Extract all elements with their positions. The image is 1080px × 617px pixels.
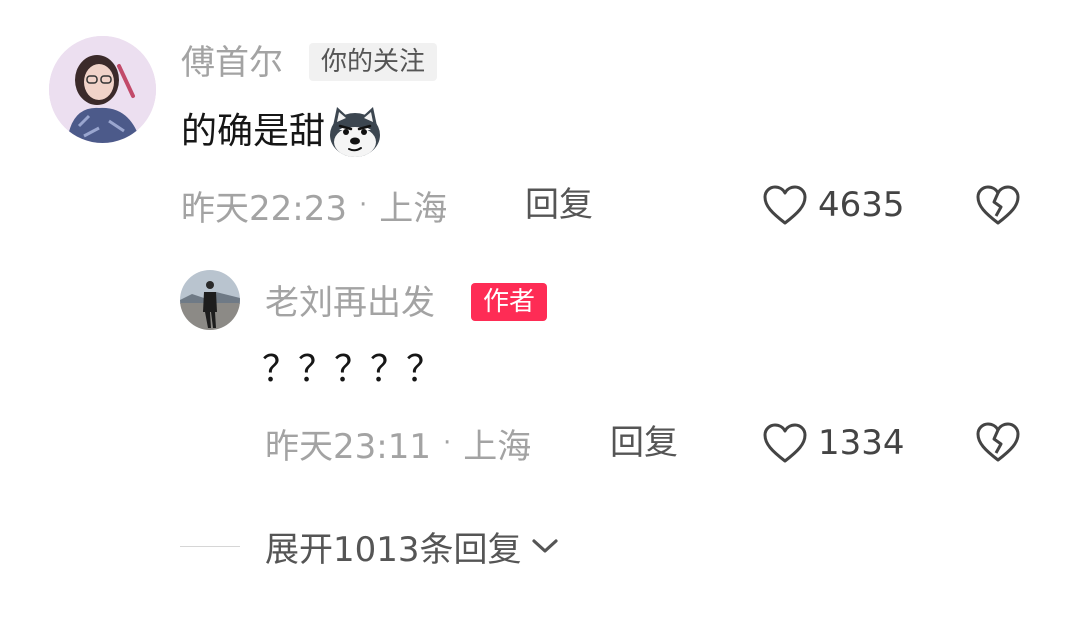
- follow-badge: 你的关注: [309, 43, 438, 81]
- reply-meta: 昨天23:11 · 上海: [265, 420, 532, 467]
- reply-location: 上海: [463, 426, 532, 467]
- reply-reply-button[interactable]: 回复: [610, 420, 678, 466]
- broken-heart-icon[interactable]: [975, 184, 1021, 226]
- husky-dog-emoji-icon: [327, 104, 383, 160]
- comment-location: 上海: [379, 188, 448, 229]
- replier-username[interactable]: 老刘再出发: [265, 280, 435, 326]
- comment-time: 昨天22:23: [181, 188, 347, 229]
- commenter-avatar[interactable]: [49, 36, 156, 143]
- chevron-down-icon: [530, 536, 560, 556]
- reply-like-count: 1334: [818, 423, 905, 463]
- expand-divider-line: [180, 546, 240, 547]
- heart-outline-icon: [762, 184, 808, 226]
- reply-like-button[interactable]: 1334: [762, 420, 905, 466]
- expand-replies-label: 展开1013条回复: [265, 529, 522, 570]
- reply-text: ？？？？？: [262, 349, 443, 390]
- like-button[interactable]: 4635: [762, 182, 905, 228]
- broken-heart-icon[interactable]: [975, 421, 1021, 463]
- meta-separator: ·: [358, 190, 368, 220]
- like-count: 4635: [818, 185, 905, 225]
- comment-text: 的确是甜: [181, 111, 326, 152]
- reply-button[interactable]: 回复: [525, 182, 593, 228]
- comment-meta: 昨天22:23 · 上海: [181, 182, 448, 229]
- author-badge: 作者: [471, 283, 548, 321]
- comment-text-row: 的确是甜: [181, 106, 383, 158]
- heart-outline-icon: [762, 422, 808, 464]
- meta-separator: ·: [442, 428, 452, 458]
- commenter-username[interactable]: 傅首尔: [181, 40, 283, 86]
- replier-avatar[interactable]: [180, 270, 240, 330]
- expand-replies-button[interactable]: 展开1013条回复: [265, 523, 560, 570]
- reply-time: 昨天23:11: [265, 426, 431, 467]
